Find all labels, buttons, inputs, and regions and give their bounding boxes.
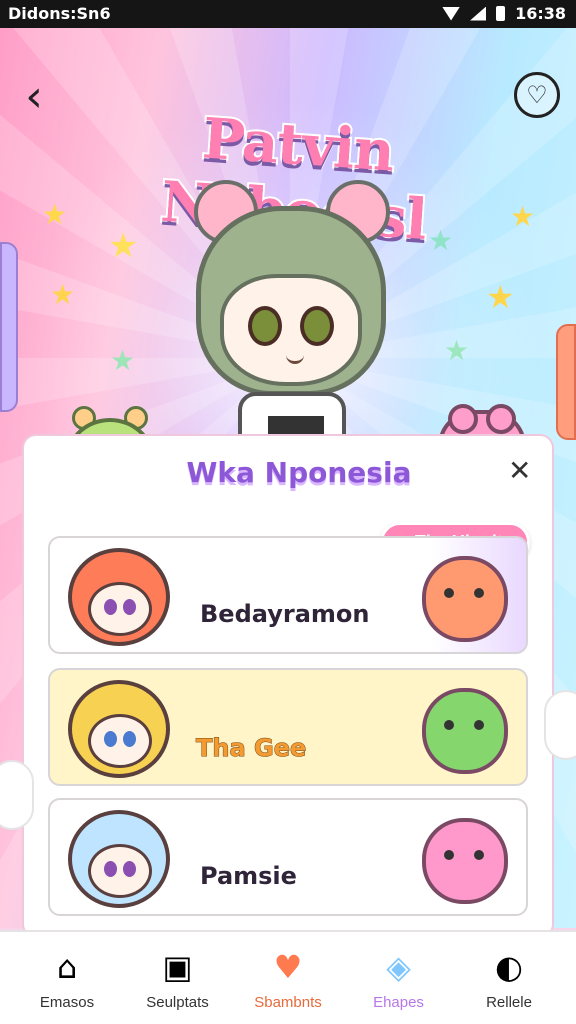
avatar [54, 670, 186, 784]
card-label: Pamsie [200, 862, 297, 890]
compass-icon: ◐ [495, 947, 523, 986]
character-selection-panel: Wka Nponesia ✕ ❤ The Ulonits Bedayramon … [24, 436, 552, 936]
star-icon: ★ [108, 226, 139, 266]
eye-icon [248, 306, 282, 346]
star-icon: ★ [428, 224, 454, 257]
close-button[interactable]: ✕ [508, 454, 538, 487]
cloud-decoration [0, 760, 34, 830]
album-icon: ▣ [162, 947, 193, 986]
character-card[interactable]: Bedayramon [48, 536, 528, 654]
back-button[interactable]: ‹ [14, 70, 54, 122]
status-bar: Didons:Sn6 16:38 [0, 0, 576, 28]
status-time: 16:38 [515, 4, 566, 23]
nav-label: Sbambnts [254, 993, 322, 1011]
star-icon: ★ [50, 278, 76, 311]
nav-label: Rellele [486, 993, 532, 1011]
eye-icon [104, 861, 117, 877]
mouth-icon [286, 354, 304, 364]
character-card[interactable]: Pamsie [48, 798, 528, 916]
card-label: Bedayramon [200, 600, 370, 628]
face-shape [88, 844, 152, 898]
gift-icon: ◈ [386, 947, 411, 986]
nav-item-explore[interactable]: ◐ Rellele [454, 932, 564, 1024]
chevron-left-icon: ‹ [25, 70, 43, 122]
cloud-decoration [544, 690, 576, 760]
favorite-button[interactable]: ♡ [514, 72, 560, 118]
bottom-navigation: ⌂ Emasos ▣ Seulptats ♥ Sbambnts ◈ Ehapes… [0, 930, 576, 1024]
nav-item-album[interactable]: ▣ Seulptats [123, 932, 233, 1024]
main-chibi-character [176, 180, 406, 466]
star-icon: ★ [110, 344, 136, 377]
battery-icon [496, 6, 506, 21]
nav-item-gifts[interactable]: ◈ Ehapes [344, 932, 454, 1024]
left-side-tab[interactable] [0, 242, 18, 412]
face-shape [88, 582, 152, 636]
nav-item-favorites[interactable]: ♥ Sbambnts [233, 932, 343, 1024]
eye-icon [123, 599, 136, 615]
pet-icon [422, 818, 508, 904]
signal-icon [470, 6, 487, 21]
right-side-tab[interactable] [556, 324, 576, 440]
star-icon: ★ [486, 278, 515, 316]
character-card[interactable]: Tha Gee [48, 668, 528, 786]
face-shape [88, 714, 152, 768]
pet-icon [422, 556, 508, 642]
star-icon: ★ [510, 200, 536, 233]
nav-label: Seulptats [146, 993, 209, 1011]
nav-item-home[interactable]: ⌂ Emasos [12, 932, 122, 1024]
nav-label: Emasos [39, 993, 95, 1011]
status-icons: 16:38 [442, 4, 566, 23]
wifi-icon [442, 6, 461, 21]
pet-icon [422, 688, 508, 774]
star-icon: ★ [42, 198, 68, 231]
star-icon: ★ [444, 334, 470, 367]
avatar [54, 800, 186, 914]
close-icon: ✕ [508, 454, 532, 487]
eye-icon [104, 731, 117, 747]
heart-icon: ♡ [526, 81, 548, 109]
eye-icon [104, 599, 117, 615]
home-icon: ⌂ [56, 947, 78, 986]
nav-label: Ehapes [373, 993, 424, 1011]
card-label: Tha Gee [195, 734, 307, 763]
carrier-label: Didons:Sn6 [8, 4, 111, 23]
avatar [54, 538, 186, 652]
eye-icon [123, 731, 136, 747]
heart-icon: ♥ [273, 947, 303, 986]
eye-icon [300, 306, 334, 346]
face-shape [220, 274, 362, 386]
panel-title: Wka Nponesia [186, 455, 413, 490]
eye-icon [123, 861, 136, 877]
